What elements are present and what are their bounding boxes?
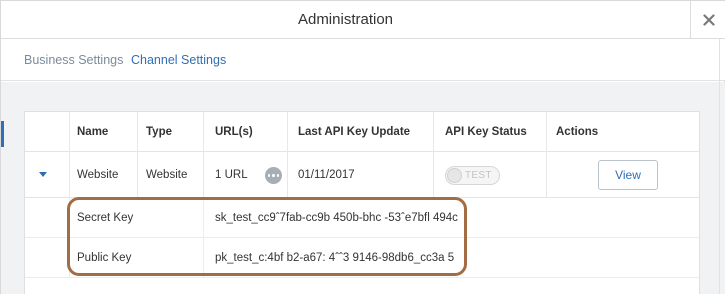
toggle-label: TEST bbox=[465, 170, 492, 181]
column-divider bbox=[137, 152, 138, 198]
table-header: Name Type URL(s) Last API Key Update API… bbox=[25, 112, 699, 152]
column-divider bbox=[546, 112, 547, 152]
administration-modal: Administration Business Settings Channel… bbox=[0, 0, 725, 294]
tab-business-settings[interactable]: Business Settings bbox=[24, 39, 123, 81]
secret-key-value[interactable]: sk_test_cc9ˆ7fab-cc9b 450b-bhc -53ˆe7bfl… bbox=[215, 198, 458, 238]
scrollbar-track[interactable] bbox=[719, 39, 720, 294]
column-divider bbox=[69, 152, 70, 198]
toggle-knob bbox=[447, 168, 462, 183]
column-divider bbox=[287, 112, 288, 152]
column-header-actions: Actions bbox=[556, 126, 599, 138]
column-header-urls: URL(s) bbox=[215, 126, 253, 138]
column-header-type: Type bbox=[146, 126, 172, 138]
close-button[interactable] bbox=[690, 1, 725, 39]
row-last-update: 01/11/2017 bbox=[298, 169, 355, 181]
column-divider bbox=[433, 112, 434, 152]
channels-table: Name Type URL(s) Last API Key Update API… bbox=[24, 111, 700, 294]
public-key-label: Public Key bbox=[77, 252, 132, 264]
secret-key-label: Secret Key bbox=[77, 212, 134, 224]
column-header-name: Name bbox=[77, 126, 109, 138]
row-urls: 1 URL bbox=[215, 169, 248, 181]
more-dots-icon[interactable] bbox=[265, 167, 282, 184]
modal-header: Administration bbox=[1, 1, 725, 39]
view-button[interactable]: View bbox=[598, 160, 658, 190]
column-divider bbox=[69, 112, 70, 152]
row-name: Website bbox=[77, 169, 119, 181]
close-icon bbox=[702, 14, 715, 26]
column-divider bbox=[203, 238, 204, 278]
tab-channel-settings[interactable]: Channel Settings bbox=[131, 39, 226, 81]
column-header-status: API Key Status bbox=[445, 126, 527, 138]
public-key-value[interactable]: pk_test_c:4bf b2-a67: 4ˆˆ3 9146-98db6_cc… bbox=[215, 238, 454, 278]
column-divider bbox=[203, 198, 204, 238]
secret-key-row: Secret Key sk_test_cc9ˆ7fab-cc9b 450b-bh… bbox=[25, 198, 699, 238]
modal-title: Administration bbox=[297, 11, 394, 28]
column-divider bbox=[69, 198, 70, 238]
column-divider bbox=[546, 152, 547, 198]
left-accent-bar bbox=[1, 121, 4, 147]
table-row: Website Website 1 URL 01/11/2017 TEST Vi… bbox=[25, 152, 699, 198]
public-key-row: Public Key pk_test_c:4bf b2-a67: 4ˆˆ3 91… bbox=[25, 238, 699, 278]
column-header-last-update: Last API Key Update bbox=[298, 126, 411, 138]
column-divider bbox=[203, 112, 204, 152]
api-key-status-toggle[interactable]: TEST bbox=[445, 166, 500, 185]
settings-tabs: Business Settings Channel Settings bbox=[1, 39, 725, 81]
row-type: Website bbox=[146, 169, 188, 181]
column-divider bbox=[433, 152, 434, 198]
column-divider bbox=[287, 152, 288, 198]
column-divider bbox=[69, 238, 70, 278]
column-divider bbox=[137, 112, 138, 152]
caret-down-icon[interactable] bbox=[39, 172, 47, 177]
column-divider bbox=[203, 152, 204, 198]
